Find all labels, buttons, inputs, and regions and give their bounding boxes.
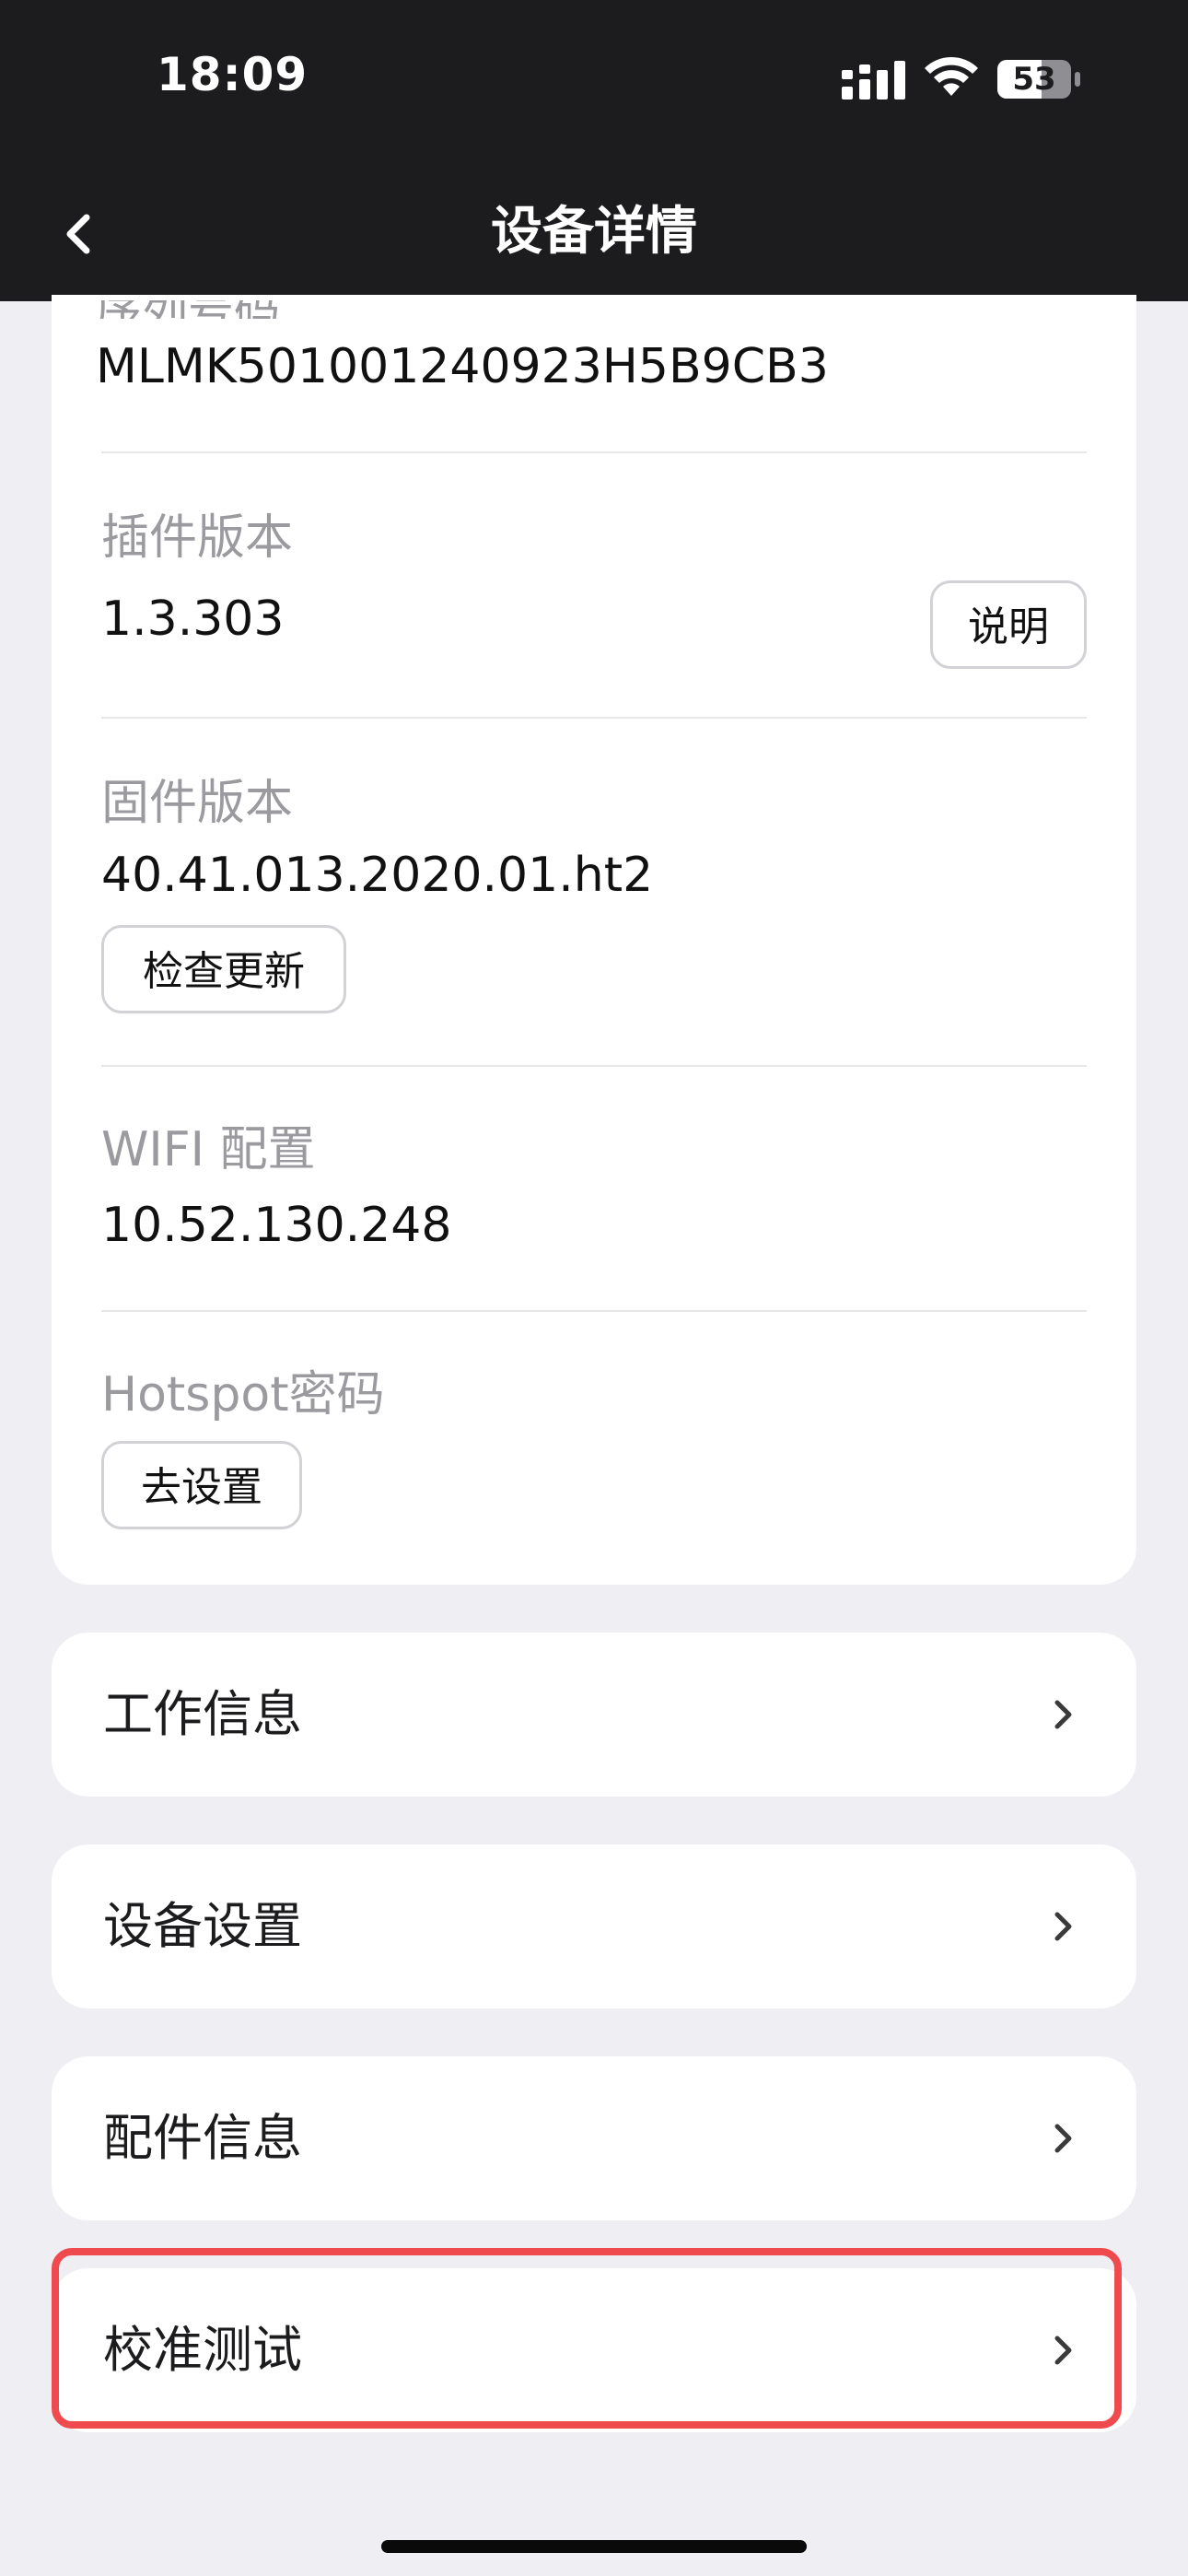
firmware-version-label: 固件版本 <box>101 776 294 831</box>
status-bar: 18:09 53 <box>0 0 1188 166</box>
nav-header: 设备详情 <box>0 166 1188 301</box>
plugin-info-button[interactable]: 说明 <box>930 580 1087 669</box>
menu-item-label: 设备设置 <box>103 1897 302 1955</box>
menu-item-device-settings[interactable]: 设备设置 <box>52 1844 1136 2008</box>
chevron-right-icon <box>1054 2124 1072 2153</box>
menu-item-work-info[interactable]: 工作信息 <box>52 1633 1136 1797</box>
divider <box>101 717 1087 719</box>
firmware-version-value: 40.41.013.2020.01.ht2 <box>101 848 654 903</box>
wifi-icon <box>925 56 978 96</box>
chevron-right-icon <box>1054 1912 1072 1941</box>
menu-item-accessory-info[interactable]: 配件信息 <box>52 2056 1136 2220</box>
highlight-box <box>52 2248 1122 2429</box>
wifi-config-value: 10.52.130.248 <box>101 1198 452 1253</box>
page-title: 设备详情 <box>491 202 697 262</box>
divider <box>101 451 1087 453</box>
serial-label: 序列号码 <box>96 300 280 319</box>
hotspot-set-button[interactable]: 去设置 <box>101 1441 302 1529</box>
plugin-version-value: 1.3.303 <box>101 591 285 647</box>
chevron-right-icon <box>1054 1700 1072 1729</box>
divider <box>101 1065 1087 1067</box>
battery-level: 53 <box>1012 61 1056 98</box>
serial-value: MLMK501001240923H5B9CB3 <box>96 339 829 394</box>
wifi-config-label: WIFI 配置 <box>101 1122 316 1177</box>
cellular-signal-icon <box>842 61 905 100</box>
divider <box>101 1310 1087 1312</box>
plugin-version-label: 插件版本 <box>101 510 294 566</box>
check-update-button[interactable]: 检查更新 <box>101 925 346 1013</box>
hotspot-password-label: Hotspot密码 <box>101 1367 385 1423</box>
menu-item-label: 配件信息 <box>103 2109 302 2167</box>
home-indicator <box>381 2540 807 2553</box>
menu-item-label: 工作信息 <box>103 1685 302 1743</box>
status-time: 18:09 <box>157 48 309 101</box>
